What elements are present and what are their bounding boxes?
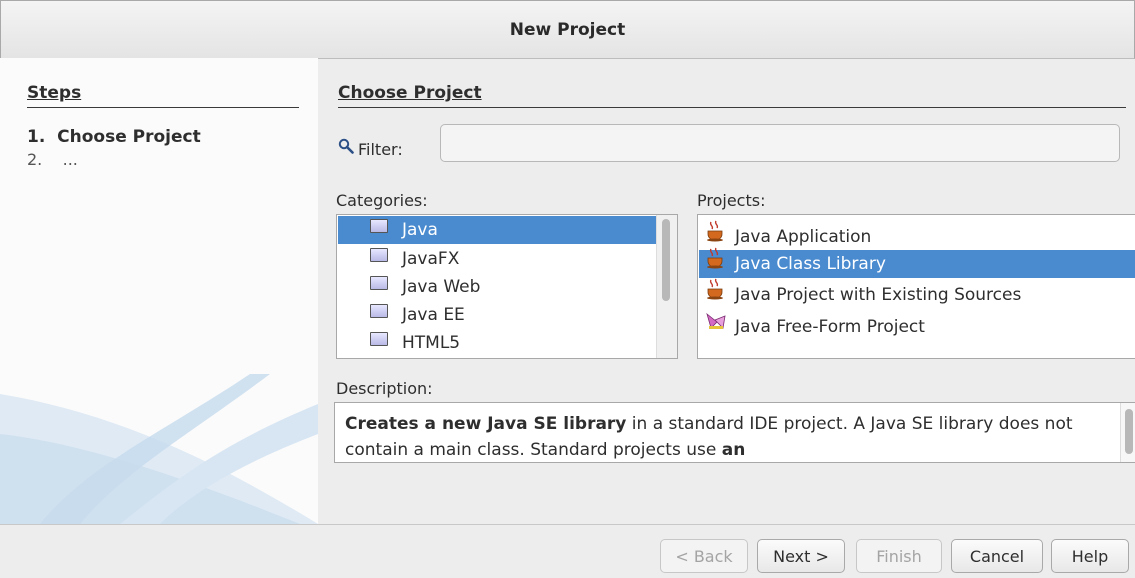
category-item-java[interactable]: Java bbox=[338, 216, 656, 244]
project-item-java-free-form[interactable]: Java Free-Form Project bbox=[699, 312, 1135, 341]
steps-heading: Steps bbox=[27, 83, 299, 108]
window-title-bar: New Project bbox=[0, 0, 1135, 59]
filter-label: Filter: bbox=[358, 140, 403, 159]
step-2-number: 2. bbox=[27, 150, 43, 169]
decorative-swoosh-graphic bbox=[0, 374, 318, 524]
cancel-button[interactable]: Cancel bbox=[951, 539, 1043, 573]
back-button[interactable]: < Back bbox=[660, 539, 748, 573]
project-item-label: Java Class Library bbox=[735, 254, 886, 274]
description-bold-1: Creates a new Java SE library bbox=[345, 414, 627, 434]
finish-button[interactable]: Finish bbox=[856, 539, 942, 573]
java-project-icon bbox=[707, 247, 723, 269]
description-scrollbar-thumb[interactable] bbox=[1125, 409, 1133, 454]
java-project-icon bbox=[707, 278, 723, 300]
help-button[interactable]: Help bbox=[1051, 539, 1129, 573]
categories-list[interactable]: Java JavaFX Java Web Java EE HTML5 bbox=[336, 214, 678, 359]
categories-label: Categories: bbox=[336, 191, 428, 210]
project-item-label: Java Free-Form Project bbox=[735, 317, 925, 337]
folder-icon bbox=[370, 248, 388, 262]
category-item-label: Java EE bbox=[402, 305, 465, 325]
description-scrollbar[interactable] bbox=[1120, 403, 1135, 462]
category-item-label: Java bbox=[402, 220, 438, 240]
search-icon bbox=[338, 138, 354, 154]
description-box[interactable]: Creates a new Java SE library in a stand… bbox=[334, 402, 1135, 463]
folder-icon bbox=[370, 219, 388, 233]
choose-project-heading: Choose Project bbox=[338, 83, 1126, 108]
description-label: Description: bbox=[336, 379, 433, 398]
project-item-java-existing-sources[interactable]: Java Project with Existing Sources bbox=[699, 278, 1135, 309]
free-form-project-icon bbox=[706, 312, 726, 329]
category-item-label: Java Web bbox=[402, 277, 481, 297]
project-item-label: Java Application bbox=[735, 227, 872, 247]
projects-list[interactable]: Java Application Java Class Library Java… bbox=[697, 214, 1135, 359]
steps-panel: Steps 1. Choose Project 2. ... bbox=[0, 58, 318, 524]
window-title: New Project bbox=[509, 19, 626, 40]
category-item-java-web[interactable]: Java Web bbox=[338, 273, 480, 301]
category-item-html5[interactable]: HTML5 bbox=[338, 329, 460, 357]
category-item-javafx[interactable]: JavaFX bbox=[338, 245, 459, 273]
java-project-icon bbox=[707, 220, 723, 242]
filter-input[interactable] bbox=[440, 124, 1120, 162]
step-1: 1. Choose Project bbox=[27, 127, 201, 147]
categories-scrollbar-thumb[interactable] bbox=[662, 219, 670, 301]
category-item-label: HTML5 bbox=[402, 333, 461, 353]
project-item-label: Java Project with Existing Sources bbox=[735, 285, 1022, 305]
step-1-number: 1. bbox=[27, 127, 46, 147]
folder-icon bbox=[370, 332, 388, 346]
project-item-java-class-library[interactable]: Java Class Library bbox=[699, 247, 1135, 278]
choose-project-panel: Choose Project Filter: Categories: Proje… bbox=[318, 58, 1135, 524]
description-text: Creates a new Java SE library in a stand… bbox=[345, 411, 1105, 462]
project-item-java-application[interactable]: Java Application bbox=[699, 220, 1135, 251]
step-2: 2. ... bbox=[27, 150, 78, 169]
projects-label: Projects: bbox=[697, 191, 766, 210]
button-bar: < Back Next > Finish Cancel Help bbox=[0, 524, 1135, 578]
folder-icon bbox=[370, 276, 388, 290]
category-item-java-ee[interactable]: Java EE bbox=[338, 301, 465, 329]
categories-scrollbar[interactable] bbox=[656, 215, 677, 358]
folder-icon bbox=[370, 304, 388, 318]
category-item-label: JavaFX bbox=[402, 249, 460, 269]
description-bold-2: an bbox=[721, 440, 746, 460]
next-button[interactable]: Next > bbox=[757, 539, 845, 573]
step-2-label: ... bbox=[62, 150, 78, 169]
step-1-label: Choose Project bbox=[57, 127, 201, 147]
